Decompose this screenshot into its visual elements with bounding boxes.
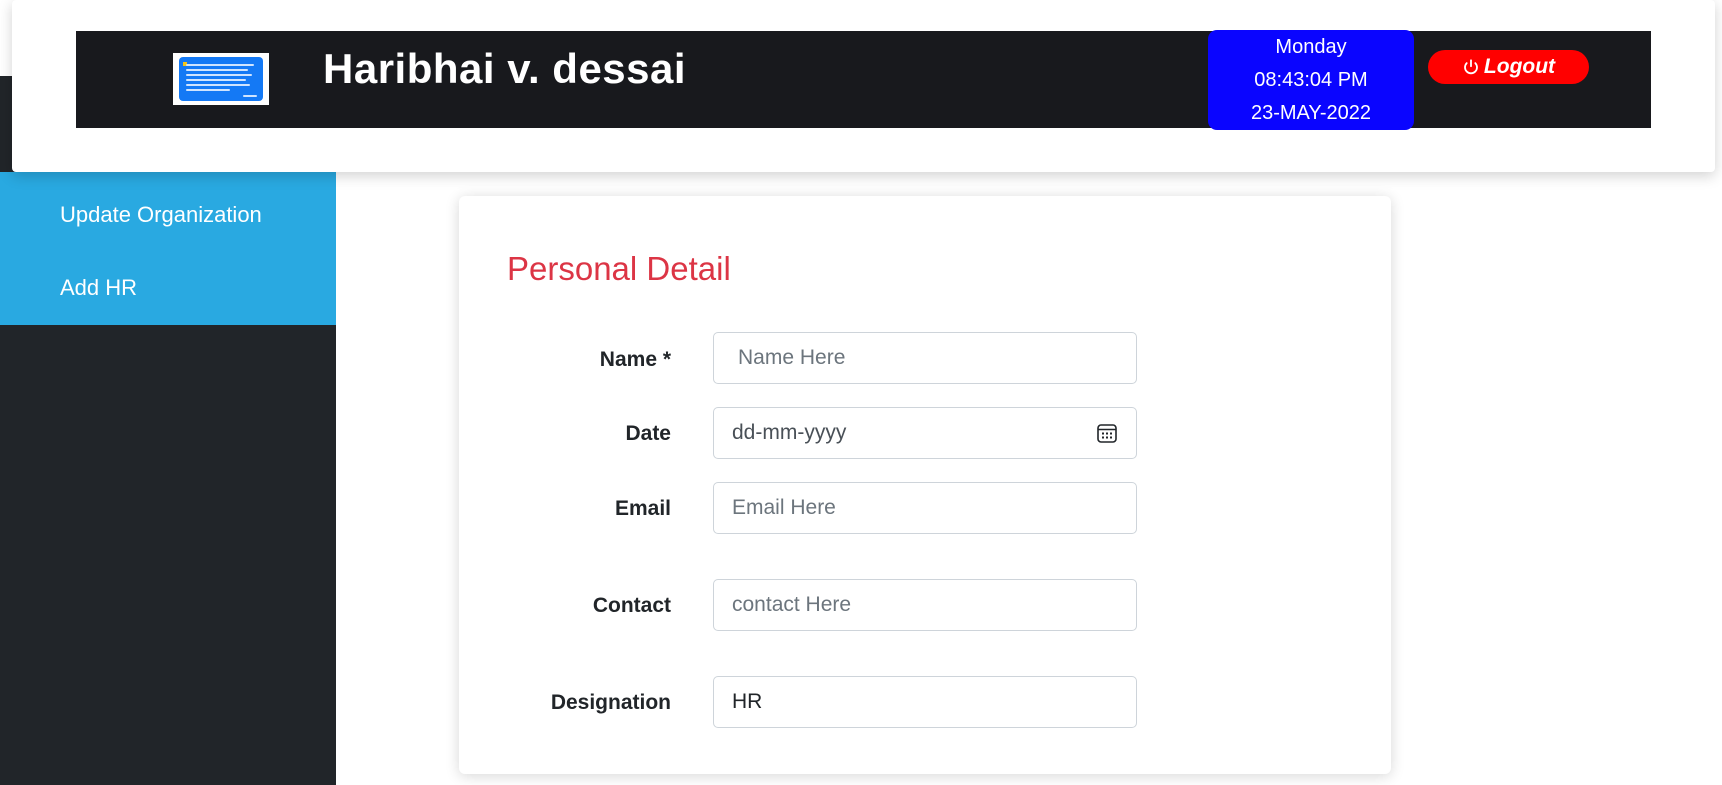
sidebar-menu: Update Organization Add HR: [0, 172, 336, 325]
name-input[interactable]: [713, 332, 1137, 384]
time-label: 08:43:04 PM: [1254, 69, 1368, 91]
logout-button[interactable]: Logout: [1428, 50, 1589, 84]
sidebar-item-label: Add HR: [60, 275, 138, 300]
email-label: Email: [614, 497, 671, 520]
email-input[interactable]: [713, 482, 1137, 534]
top-navbar: Haribhai v. dessai Monday 08:43:04 PM 23…: [76, 30, 1651, 130]
personal-detail-card: Personal Detail Name * Date dd-mm-yyyy E…: [459, 196, 1391, 774]
sidebar-item-update-organization[interactable]: Update Organization: [60, 202, 262, 228]
calendar-icon[interactable]: [1096, 422, 1118, 444]
date-label: 23-MAY-2022: [1250, 102, 1372, 124]
page-title: Haribhai v. dessai: [323, 45, 687, 92]
day-label: Monday: [1275, 36, 1347, 58]
date-label: Date: [625, 422, 671, 445]
header-card: Haribhai v. dessai Monday 08:43:04 PM 23…: [12, 0, 1715, 172]
designation-input[interactable]: [713, 676, 1137, 728]
datetime-display: Monday 08:43:04 PM 23-MAY-2022: [1208, 30, 1414, 130]
date-placeholder: dd-mm-yyyy: [732, 421, 847, 444]
power-icon: [1462, 58, 1480, 76]
designation-label: Designation: [550, 691, 671, 714]
sidebar-item-label: Update Organization: [60, 202, 262, 227]
section-title: Personal Detail: [507, 250, 731, 287]
app-logo-icon: [173, 53, 269, 105]
sidebar-item-add-hr[interactable]: Add HR: [60, 275, 137, 301]
contact-label: Contact: [592, 594, 671, 617]
contact-input[interactable]: [713, 579, 1137, 631]
name-label: Name *: [599, 348, 671, 371]
logout-label: Logout: [1483, 55, 1556, 78]
date-input[interactable]: dd-mm-yyyy: [713, 407, 1137, 459]
